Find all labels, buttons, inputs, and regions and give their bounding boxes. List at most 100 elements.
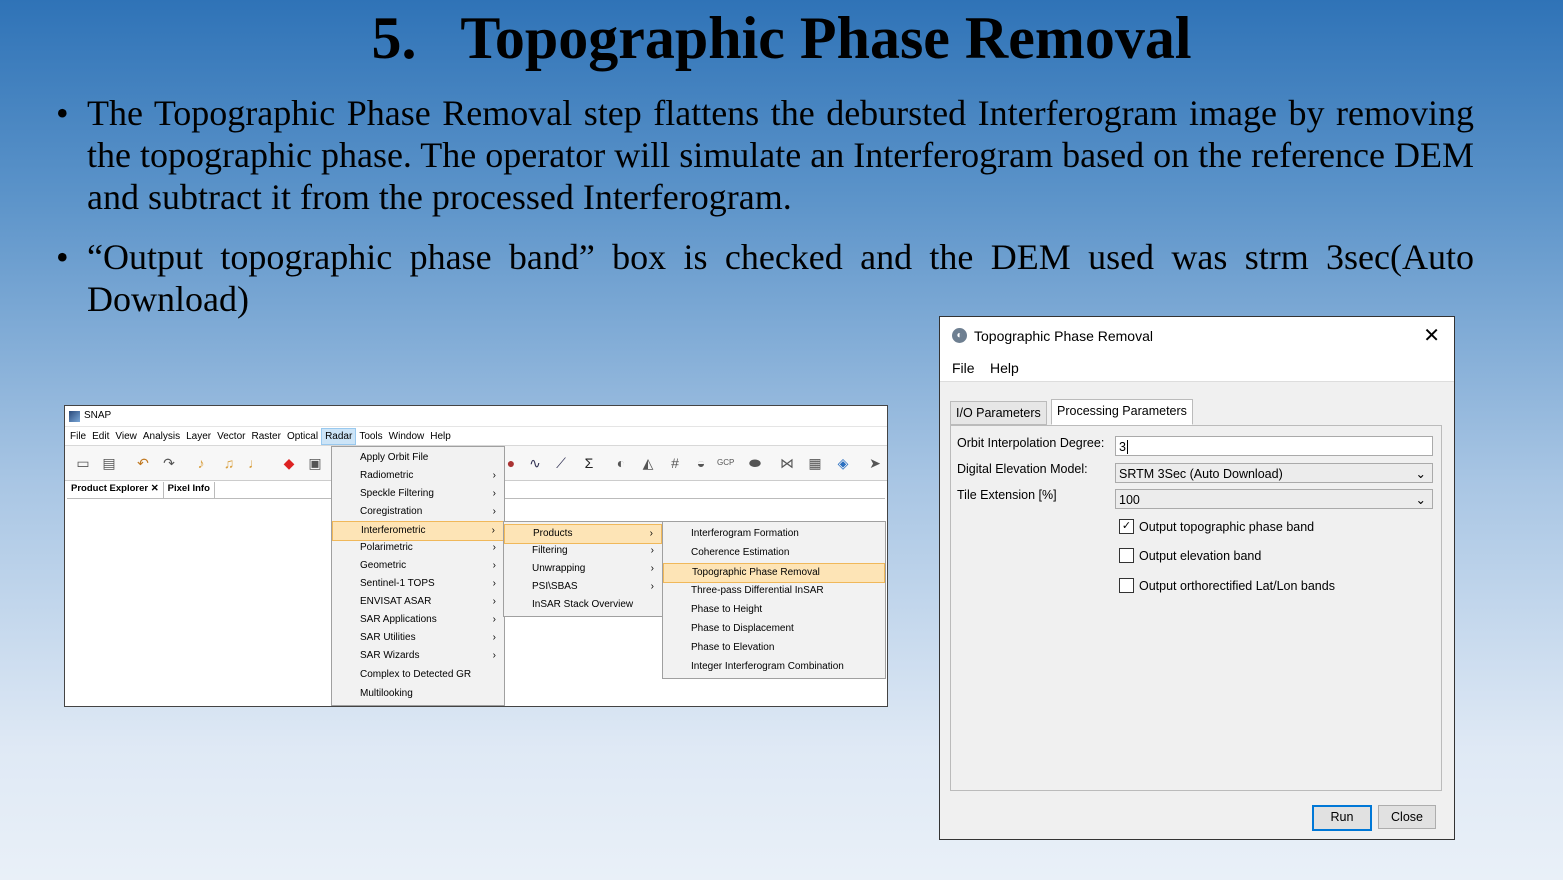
menu-item-interferogram-formation[interactable]: Interferogram Formation (663, 525, 885, 543)
menu-item-sar-applications[interactable]: SAR Applications › (332, 611, 504, 629)
tile-extension-select[interactable]: 100 ⌄ (1115, 489, 1433, 509)
checkbox-label: Output orthorectified Lat/Lon bands (1139, 578, 1335, 593)
dialog-menu-help[interactable]: Help (990, 360, 1019, 376)
batch-icon[interactable]: ▦ (807, 455, 823, 471)
tab-pixel-info[interactable]: Pixel Info (164, 482, 215, 498)
menu-item-psi-sbas[interactable]: PSI\SBAS › (504, 578, 662, 596)
chevron-right-icon: › (492, 470, 496, 481)
menu-item-integer-interferogram-combination[interactable]: Integer Interferogram Combination (663, 658, 885, 676)
checkbox-unchecked-icon (1119, 548, 1134, 563)
chevron-right-icon: › (492, 632, 496, 643)
placemark-icon[interactable]: ◒ (693, 455, 709, 471)
scatter-plot-icon[interactable]: ⟋ (553, 455, 569, 471)
dialog-titlebar: ◐ Topographic Phase Removal ✕ (940, 317, 1454, 355)
menu-item-coherence-estimation[interactable]: Coherence Estimation (663, 544, 885, 562)
menu-item-label: Radiometric (360, 470, 414, 481)
menu-item-label: PSI\SBAS (532, 581, 578, 592)
chevron-right-icon: › (650, 581, 654, 592)
snap-titlebar: SNAP (65, 406, 887, 427)
checkbox-latlon-bands[interactable]: Output orthorectified Lat/Lon bands (1119, 578, 1335, 593)
menu-tools[interactable]: Tools (356, 429, 385, 444)
menu-layer[interactable]: Layer (183, 429, 214, 444)
magic-wand-icon[interactable]: ◭ (640, 455, 656, 471)
menu-item-interferometric[interactable]: Interferometric › (332, 521, 504, 541)
dialog-menu-file[interactable]: File (952, 360, 975, 376)
menu-item-topographic-phase-removal[interactable]: Topographic Phase Removal (663, 563, 885, 583)
menu-window[interactable]: Window (386, 429, 428, 444)
menu-item-unwrapping[interactable]: Unwrapping › (504, 560, 662, 578)
menu-item-insar-stack-overview[interactable]: InSAR Stack Overview (504, 596, 662, 614)
menu-analysis[interactable]: Analysis (140, 429, 183, 444)
close-button[interactable]: Close (1378, 805, 1436, 829)
menu-item-sar-wizards[interactable]: SAR Wizards › (332, 647, 504, 665)
run-button[interactable]: Run (1312, 805, 1372, 831)
menu-item-sentinel1-tops[interactable]: Sentinel-1 TOPS › (332, 575, 504, 593)
menu-radar[interactable]: Radar (321, 427, 357, 445)
bullet-text: The Topographic Phase Removal step flatt… (87, 93, 1474, 217)
chevron-right-icon: › (492, 614, 496, 625)
menu-item-apply-orbit-file[interactable]: Apply Orbit File (332, 449, 504, 467)
topo-phase-dialog: ◐ Topographic Phase Removal ✕ File Help … (939, 316, 1455, 840)
world-map-icon[interactable]: ◈ (835, 455, 851, 471)
select-tool-icon[interactable]: ➤ (867, 455, 883, 471)
pin-icon[interactable]: ● (503, 455, 519, 471)
spectrum-icon[interactable]: ∿ (527, 455, 543, 471)
chevron-right-icon: › (492, 488, 496, 499)
menu-file[interactable]: File (67, 429, 89, 444)
menu-item-geometric[interactable]: Geometric › (332, 557, 504, 575)
menu-vector[interactable]: Vector (214, 429, 248, 444)
menu-item-coregistration[interactable]: Coregistration › (332, 503, 504, 521)
band-maths-icon[interactable]: ♪ (193, 455, 209, 471)
menu-item-three-pass-dinsar[interactable]: Three-pass Differential InSAR (663, 582, 885, 600)
statistics-icon[interactable]: Σ (581, 455, 597, 471)
menu-item-phase-to-elevation[interactable]: Phase to Elevation (663, 639, 885, 657)
menu-help[interactable]: Help (427, 429, 454, 444)
menu-item-radiometric[interactable]: Radiometric › (332, 467, 504, 485)
tab-io-parameters[interactable]: I/O Parameters (950, 401, 1047, 425)
menu-item-polarimetric[interactable]: Polarimetric › (332, 539, 504, 557)
gcp-icon[interactable]: GCP (717, 455, 734, 471)
band-icon[interactable]: ♫ (221, 455, 237, 471)
tab-processing-parameters[interactable]: Processing Parameters (1051, 399, 1193, 425)
menu-item-envisat-asar[interactable]: ENVISAT ASAR › (332, 593, 504, 611)
menu-view[interactable]: View (112, 429, 140, 444)
graph-builder-icon[interactable]: ⋈ (779, 455, 795, 471)
open-icon[interactable]: ▭ (75, 455, 91, 471)
undo-icon[interactable]: ↶ (135, 455, 151, 471)
layer-icon[interactable]: ▣ (307, 455, 323, 471)
bullet-text: “Output topographic phase band” box is c… (87, 237, 1474, 319)
virtual-band-icon[interactable]: ♩ (247, 455, 263, 471)
radar-menu: Apply Orbit File Radiometric › Speckle Fi… (331, 446, 505, 706)
save-icon[interactable]: ▤ (101, 455, 117, 471)
menu-item-label: Coregistration (360, 506, 423, 517)
menu-item-label: Topographic Phase Removal (692, 567, 820, 578)
color-manip-icon[interactable]: ◆ (281, 455, 297, 471)
tab-product-explorer[interactable]: Product Explorer ✕ (67, 482, 164, 498)
menu-item-filtering[interactable]: Filtering › (504, 542, 662, 560)
menu-raster[interactable]: Raster (248, 429, 283, 444)
chevron-right-icon: › (650, 545, 654, 556)
redo-icon[interactable]: ↷ (161, 455, 177, 471)
checkbox-topo-phase-band[interactable]: ✓ Output topographic phase band (1119, 519, 1314, 534)
menu-edit[interactable]: Edit (89, 429, 112, 444)
tile-extension-value: 100 (1119, 493, 1140, 507)
orbit-degree-input[interactable]: 3 (1115, 436, 1433, 456)
dem-select[interactable]: SRTM 3Sec (Auto Download) ⌄ (1115, 463, 1433, 483)
menu-item-multilooking[interactable]: Multilooking (332, 685, 504, 703)
mask-icon[interactable]: ◐ (613, 455, 629, 471)
chevron-right-icon: › (649, 528, 653, 539)
ellipse-icon[interactable]: ⬬ (747, 455, 763, 471)
menu-item-products[interactable]: Products › (504, 524, 662, 544)
grid-icon[interactable]: # (667, 455, 683, 471)
close-icon[interactable]: ✕ (1423, 323, 1440, 348)
menu-item-sar-utilities[interactable]: SAR Utilities › (332, 629, 504, 647)
menu-item-phase-to-displacement[interactable]: Phase to Displacement (663, 620, 885, 638)
menu-optical[interactable]: Optical (284, 429, 321, 444)
orbit-degree-value: 3 (1119, 440, 1126, 454)
menu-item-phase-to-height[interactable]: Phase to Height (663, 601, 885, 619)
menu-item-speckle-filtering[interactable]: Speckle Filtering › (332, 485, 504, 503)
menu-item-complex-to-detected[interactable]: Complex to Detected GR (332, 666, 504, 684)
menu-item-label: SAR Utilities (360, 632, 416, 643)
menu-item-label: Integer Interferogram Combination (691, 661, 844, 672)
checkbox-elevation-band[interactable]: Output elevation band (1119, 548, 1261, 563)
